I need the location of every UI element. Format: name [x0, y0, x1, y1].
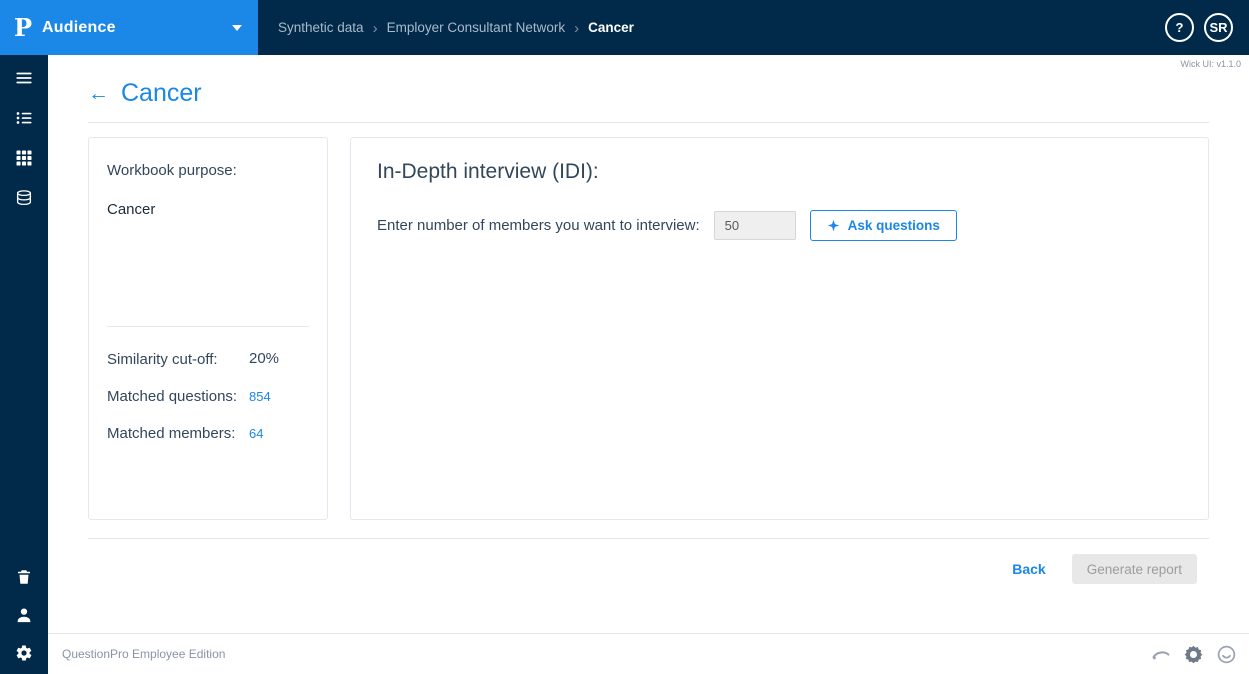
- matched-members-label: Matched members:: [107, 425, 236, 442]
- breadcrumb-item-synthetic-data[interactable]: Synthetic data: [278, 20, 364, 35]
- cards-row: Workbook purpose: Cancer Similarity cut-…: [48, 123, 1249, 538]
- breadcrumb-item-employer-consultant-network[interactable]: Employer Consultant Network: [387, 20, 566, 35]
- chat-help-icon[interactable]: [1216, 644, 1237, 665]
- ask-questions-label: Ask questions: [847, 218, 940, 233]
- list-icon[interactable]: [15, 109, 33, 127]
- breadcrumb-separator-icon: ›: [372, 19, 378, 37]
- breadcrumb-separator-icon: ›: [574, 19, 580, 37]
- sparkle-icon: [827, 219, 840, 232]
- chevron-down-icon: [232, 24, 242, 31]
- matched-members-value[interactable]: 64: [249, 423, 263, 441]
- page-actions: Back Generate report: [48, 539, 1249, 598]
- page-header: ← Cancer: [48, 71, 1249, 122]
- member-count-input[interactable]: [713, 211, 796, 240]
- feedback-swoosh-icon[interactable]: [1150, 644, 1171, 665]
- summary-row-matched-members: Matched members: 64: [107, 423, 309, 444]
- version-label: Wick UI: v1.1.0: [1180, 59, 1241, 69]
- workbook-purpose-label: Workbook purpose:: [107, 162, 237, 179]
- footer-brand-text: QuestionPro Employee Edition: [62, 647, 226, 661]
- top-bar: P Audience Synthetic data › Employer Con…: [0, 0, 1249, 55]
- generate-report-button[interactable]: Generate report: [1071, 554, 1197, 584]
- layers-icon[interactable]: [15, 189, 33, 207]
- ask-questions-button[interactable]: Ask questions: [809, 210, 957, 241]
- questionpro-logo-icon: P: [14, 12, 33, 42]
- page-footer: QuestionPro Employee Edition: [48, 633, 1249, 674]
- summary-row-matched-questions: Matched questions: 854: [107, 386, 309, 407]
- settings-badge-icon[interactable]: [1183, 644, 1204, 665]
- idi-card: In-Depth interview (IDI): Enter number o…: [350, 137, 1209, 520]
- breadcrumb-item-cancer: Cancer: [588, 20, 634, 35]
- grid-icon[interactable]: [15, 149, 33, 167]
- divider: [107, 326, 309, 327]
- avatar[interactable]: SR: [1204, 13, 1233, 42]
- back-arrow-icon[interactable]: ←: [88, 83, 109, 104]
- gear-icon[interactable]: [15, 644, 33, 662]
- user-icon[interactable]: [15, 606, 33, 624]
- breadcrumb: Synthetic data › Employer Consultant Net…: [258, 20, 634, 36]
- member-count-label: Enter number of members you want to inte…: [377, 217, 700, 234]
- app-window: P Audience Synthetic data › Employer Con…: [0, 0, 1249, 674]
- main-content: Wick UI: v1.1.0 ← Cancer Workbook purpos…: [48, 55, 1249, 674]
- page-title: Cancer: [121, 79, 202, 107]
- workbook-purpose-value: Cancer: [107, 201, 156, 218]
- sidebar: [0, 55, 48, 674]
- app-switcher[interactable]: P Audience: [0, 0, 258, 55]
- help-button[interactable]: ?: [1165, 13, 1194, 42]
- trash-icon[interactable]: [15, 568, 33, 586]
- similarity-cutoff-value: 20%: [249, 350, 280, 367]
- app-name: Audience: [42, 18, 116, 36]
- matched-questions-value[interactable]: 854: [249, 386, 271, 404]
- menu-icon[interactable]: [15, 69, 33, 87]
- workbook-summary-card: Workbook purpose: Cancer Similarity cut-…: [88, 137, 328, 520]
- similarity-cutoff-label: Similarity cut-off:: [107, 351, 218, 368]
- back-link[interactable]: Back: [1012, 561, 1045, 577]
- footer-icons: [1150, 644, 1237, 665]
- summary-row-similarity: Similarity cut-off: 20%: [107, 349, 309, 370]
- idi-input-row: Enter number of members you want to inte…: [377, 210, 1182, 241]
- idi-title: In-Depth interview (IDI):: [377, 160, 599, 183]
- matched-questions-label: Matched questions:: [107, 388, 238, 405]
- top-bar-actions: ? SR: [1165, 13, 1249, 42]
